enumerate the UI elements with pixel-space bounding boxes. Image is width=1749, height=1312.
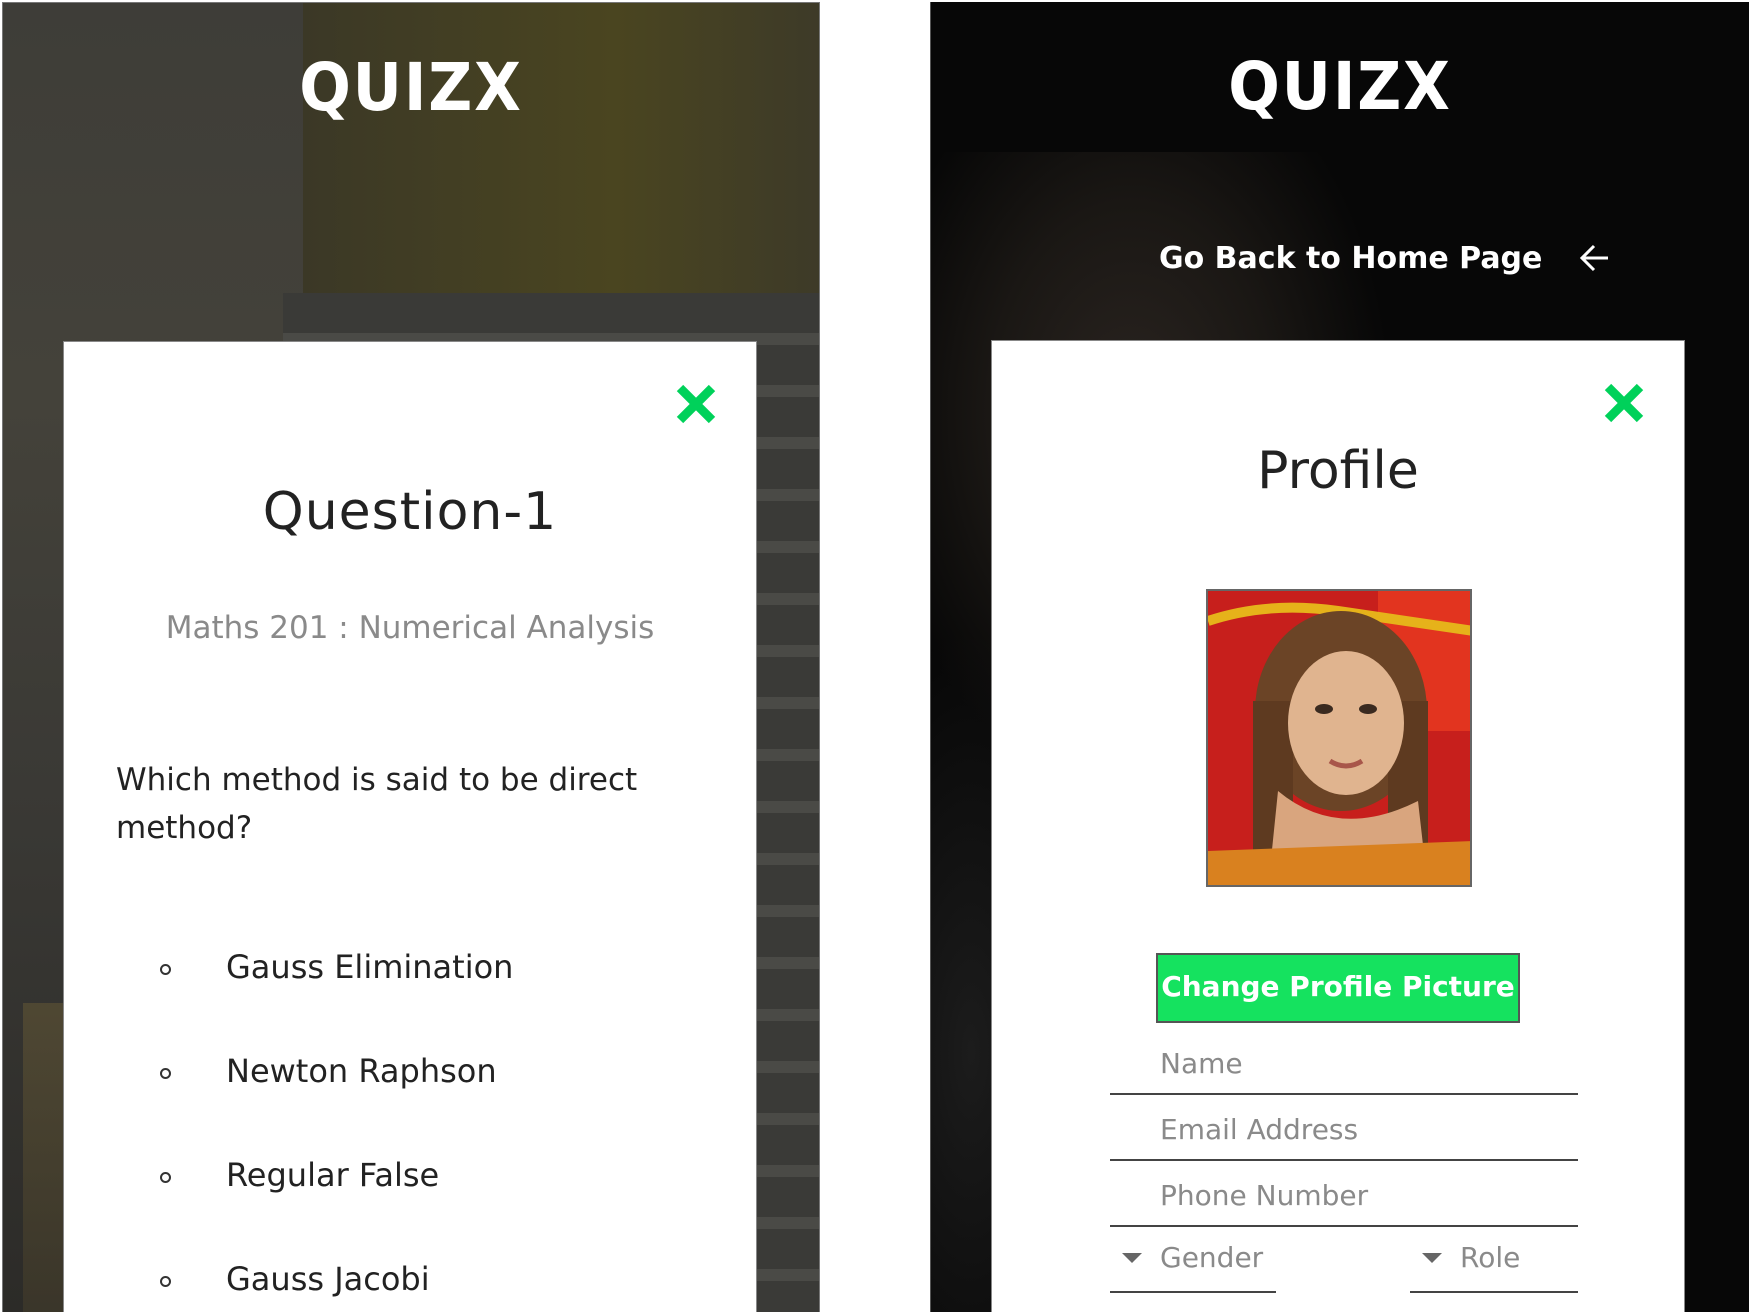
name-field [1110, 1033, 1578, 1095]
profile-screen: QUIZX Go Back to Home Page Profile Chang… [930, 2, 1749, 1312]
answer-option-label: Gauss Jacobi [226, 1260, 430, 1298]
name-input[interactable] [1160, 1043, 1560, 1083]
close-icon [676, 384, 716, 424]
question-card: Question-1 Maths 201 : Numerical Analysi… [63, 341, 757, 1312]
answer-option[interactable]: Gauss Jacobi [64, 1254, 756, 1312]
answer-option[interactable]: Regular False [64, 1150, 756, 1210]
close-icon [1604, 383, 1644, 423]
question-subject: Maths 201 : Numerical Analysis [165, 610, 655, 646]
email-input[interactable] [1160, 1109, 1560, 1149]
gender-select-label: Gender [1160, 1241, 1264, 1274]
role-select-label: Role [1460, 1241, 1521, 1274]
chevron-down-icon [1422, 1253, 1442, 1263]
avatar [1206, 589, 1472, 887]
back-to-home-link[interactable]: Go Back to Home Page [1159, 228, 1612, 288]
role-select[interactable]: Role [1410, 1231, 1578, 1293]
phone-input[interactable] [1160, 1175, 1560, 1215]
question-title: Question-1 [262, 482, 558, 542]
profile-photo [1208, 591, 1470, 885]
radio-icon[interactable] [160, 964, 171, 975]
question-text: Which method is said to be direct method… [116, 762, 638, 846]
quiz-screen: QUIZX Question-1 Maths 201 : Numerical A… [2, 2, 820, 1312]
answer-option-label: Newton Raphson [226, 1052, 497, 1090]
radio-icon[interactable] [160, 1276, 171, 1287]
answer-option-label: Regular False [226, 1156, 440, 1194]
change-profile-picture-button[interactable]: Change Profile Picture [1156, 953, 1520, 1023]
answer-option[interactable]: Newton Raphson [64, 1046, 756, 1106]
radio-icon[interactable] [160, 1172, 171, 1183]
background-yellow [303, 3, 819, 303]
app-logo: QUIZX [299, 49, 523, 126]
close-button[interactable] [674, 382, 718, 426]
gender-select[interactable]: Gender [1110, 1231, 1276, 1293]
email-field [1110, 1099, 1578, 1161]
radio-icon[interactable] [160, 1068, 171, 1079]
arrow-left-icon [1580, 244, 1609, 272]
profile-card: Profile Change Profile Picture Name Emai… [991, 340, 1685, 1312]
profile-title: Profile [1257, 441, 1419, 501]
answer-option-label: Gauss Elimination [226, 948, 514, 986]
back-to-home-label: Go Back to Home Page [1159, 240, 1543, 276]
phone-field [1110, 1165, 1578, 1227]
app-logo: QUIZX [1228, 48, 1452, 125]
chevron-down-icon [1122, 1253, 1142, 1263]
close-button[interactable] [1602, 381, 1646, 425]
answer-option[interactable]: Gauss Elimination [64, 942, 756, 1002]
